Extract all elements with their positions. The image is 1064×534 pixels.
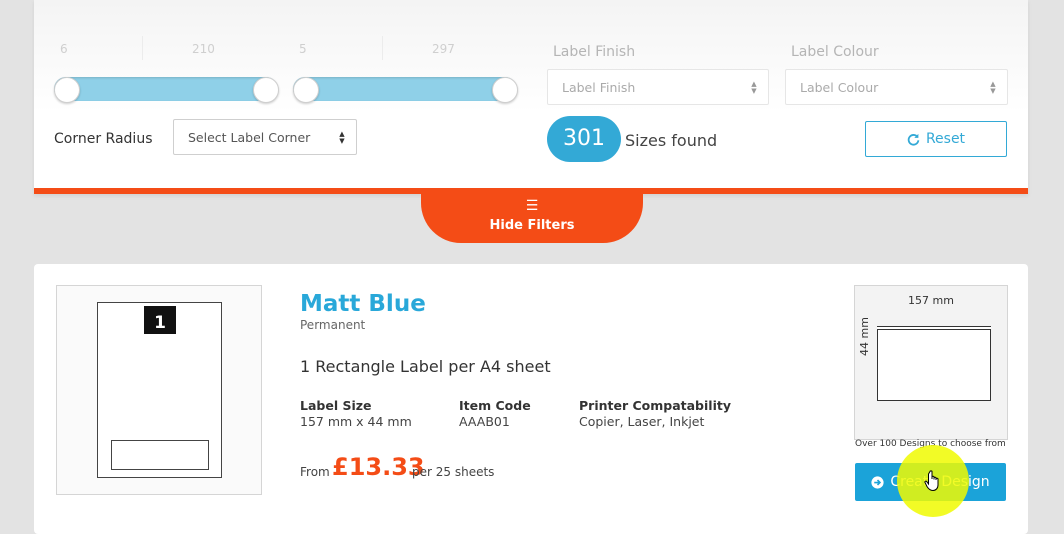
arrow-circle-right-icon xyxy=(871,475,884,489)
select-arrows-icon: ▲ ▼ xyxy=(990,80,996,95)
hide-filters-button[interactable]: ☰ Hide Filters xyxy=(421,193,643,243)
spec-item-code-heading: Item Code xyxy=(459,398,531,413)
spec-item-code-value: AAAB01 xyxy=(459,414,510,429)
preview-width-label: 157 mm xyxy=(908,294,954,307)
width-max-value: 210 xyxy=(192,42,215,56)
height-range-slider[interactable] xyxy=(293,77,518,103)
product-card: 1 Matt Blue Permanent 1 Rectangle Label … xyxy=(34,264,1028,534)
height-min-handle[interactable] xyxy=(293,77,319,103)
sheet-label-rectangle xyxy=(111,440,209,470)
results-count-badge: 301 xyxy=(547,116,621,162)
spec-label-size-value: 157 mm x 44 mm xyxy=(300,414,412,429)
select-arrows-icon: ▲ ▼ xyxy=(339,130,345,145)
refresh-icon xyxy=(907,133,920,146)
reset-button[interactable]: Reset xyxy=(865,121,1007,157)
price-suffix: per 25 sheets xyxy=(412,465,495,479)
menu-icon: ☰ xyxy=(525,198,539,214)
height-min-value: 5 xyxy=(299,42,307,56)
reset-button-label: Reset xyxy=(925,131,966,147)
select-arrows-icon: ▲ ▼ xyxy=(751,80,757,95)
label-colour-select[interactable]: Label Colour ▲ ▼ xyxy=(785,69,1008,105)
width-min-handle[interactable] xyxy=(54,77,80,103)
a4-sheet: 1 xyxy=(97,302,222,478)
label-finish-select[interactable]: Label Finish ▲ ▼ xyxy=(547,69,769,105)
label-colour-label: Label Colour xyxy=(791,44,879,60)
spec-label-size-heading: Label Size xyxy=(300,398,372,413)
width-max-handle[interactable] xyxy=(253,77,279,103)
label-finish-label: Label Finish xyxy=(553,44,636,60)
spec-printer-heading: Printer Compatability xyxy=(579,398,731,413)
sheet-layout-preview[interactable]: 1 xyxy=(56,285,262,495)
price-value: £13.33 xyxy=(332,453,425,481)
corner-radius-select[interactable]: Select Label Corner ▲ ▼ xyxy=(173,119,357,155)
label-finish-value: Label Finish xyxy=(562,80,636,95)
price-prefix: From xyxy=(300,465,330,479)
corner-radius-label: Corner Radius xyxy=(54,131,153,147)
results-count-label: Sizes found xyxy=(625,131,718,150)
corner-radius-value: Select Label Corner xyxy=(188,130,311,145)
product-subtitle: Permanent xyxy=(300,318,366,332)
preview-height-label: 44 mm xyxy=(858,317,871,356)
height-max-handle[interactable] xyxy=(492,77,518,103)
width-min-value: 6 xyxy=(60,42,68,56)
hide-filters-label: Hide Filters xyxy=(489,218,575,233)
height-max-value: 297 xyxy=(432,42,455,56)
divider xyxy=(142,36,143,60)
product-title[interactable]: Matt Blue xyxy=(300,291,426,317)
label-size-preview: 157 mm 44 mm xyxy=(854,285,1008,440)
filter-panel: 6 210 5 297 Label Finish Label Finish ▲ ▼… xyxy=(34,0,1028,194)
divider xyxy=(382,36,383,60)
sheet-label-count: 1 xyxy=(144,303,176,334)
product-description: 1 Rectangle Label per A4 sheet xyxy=(300,357,551,376)
label-colour-value: Label Colour xyxy=(800,80,879,95)
preview-label-rectangle xyxy=(877,329,991,401)
hand-cursor-icon xyxy=(924,470,939,492)
spec-printer-value: Copier, Laser, Inkjet xyxy=(579,414,705,429)
width-range-slider[interactable] xyxy=(54,77,279,103)
